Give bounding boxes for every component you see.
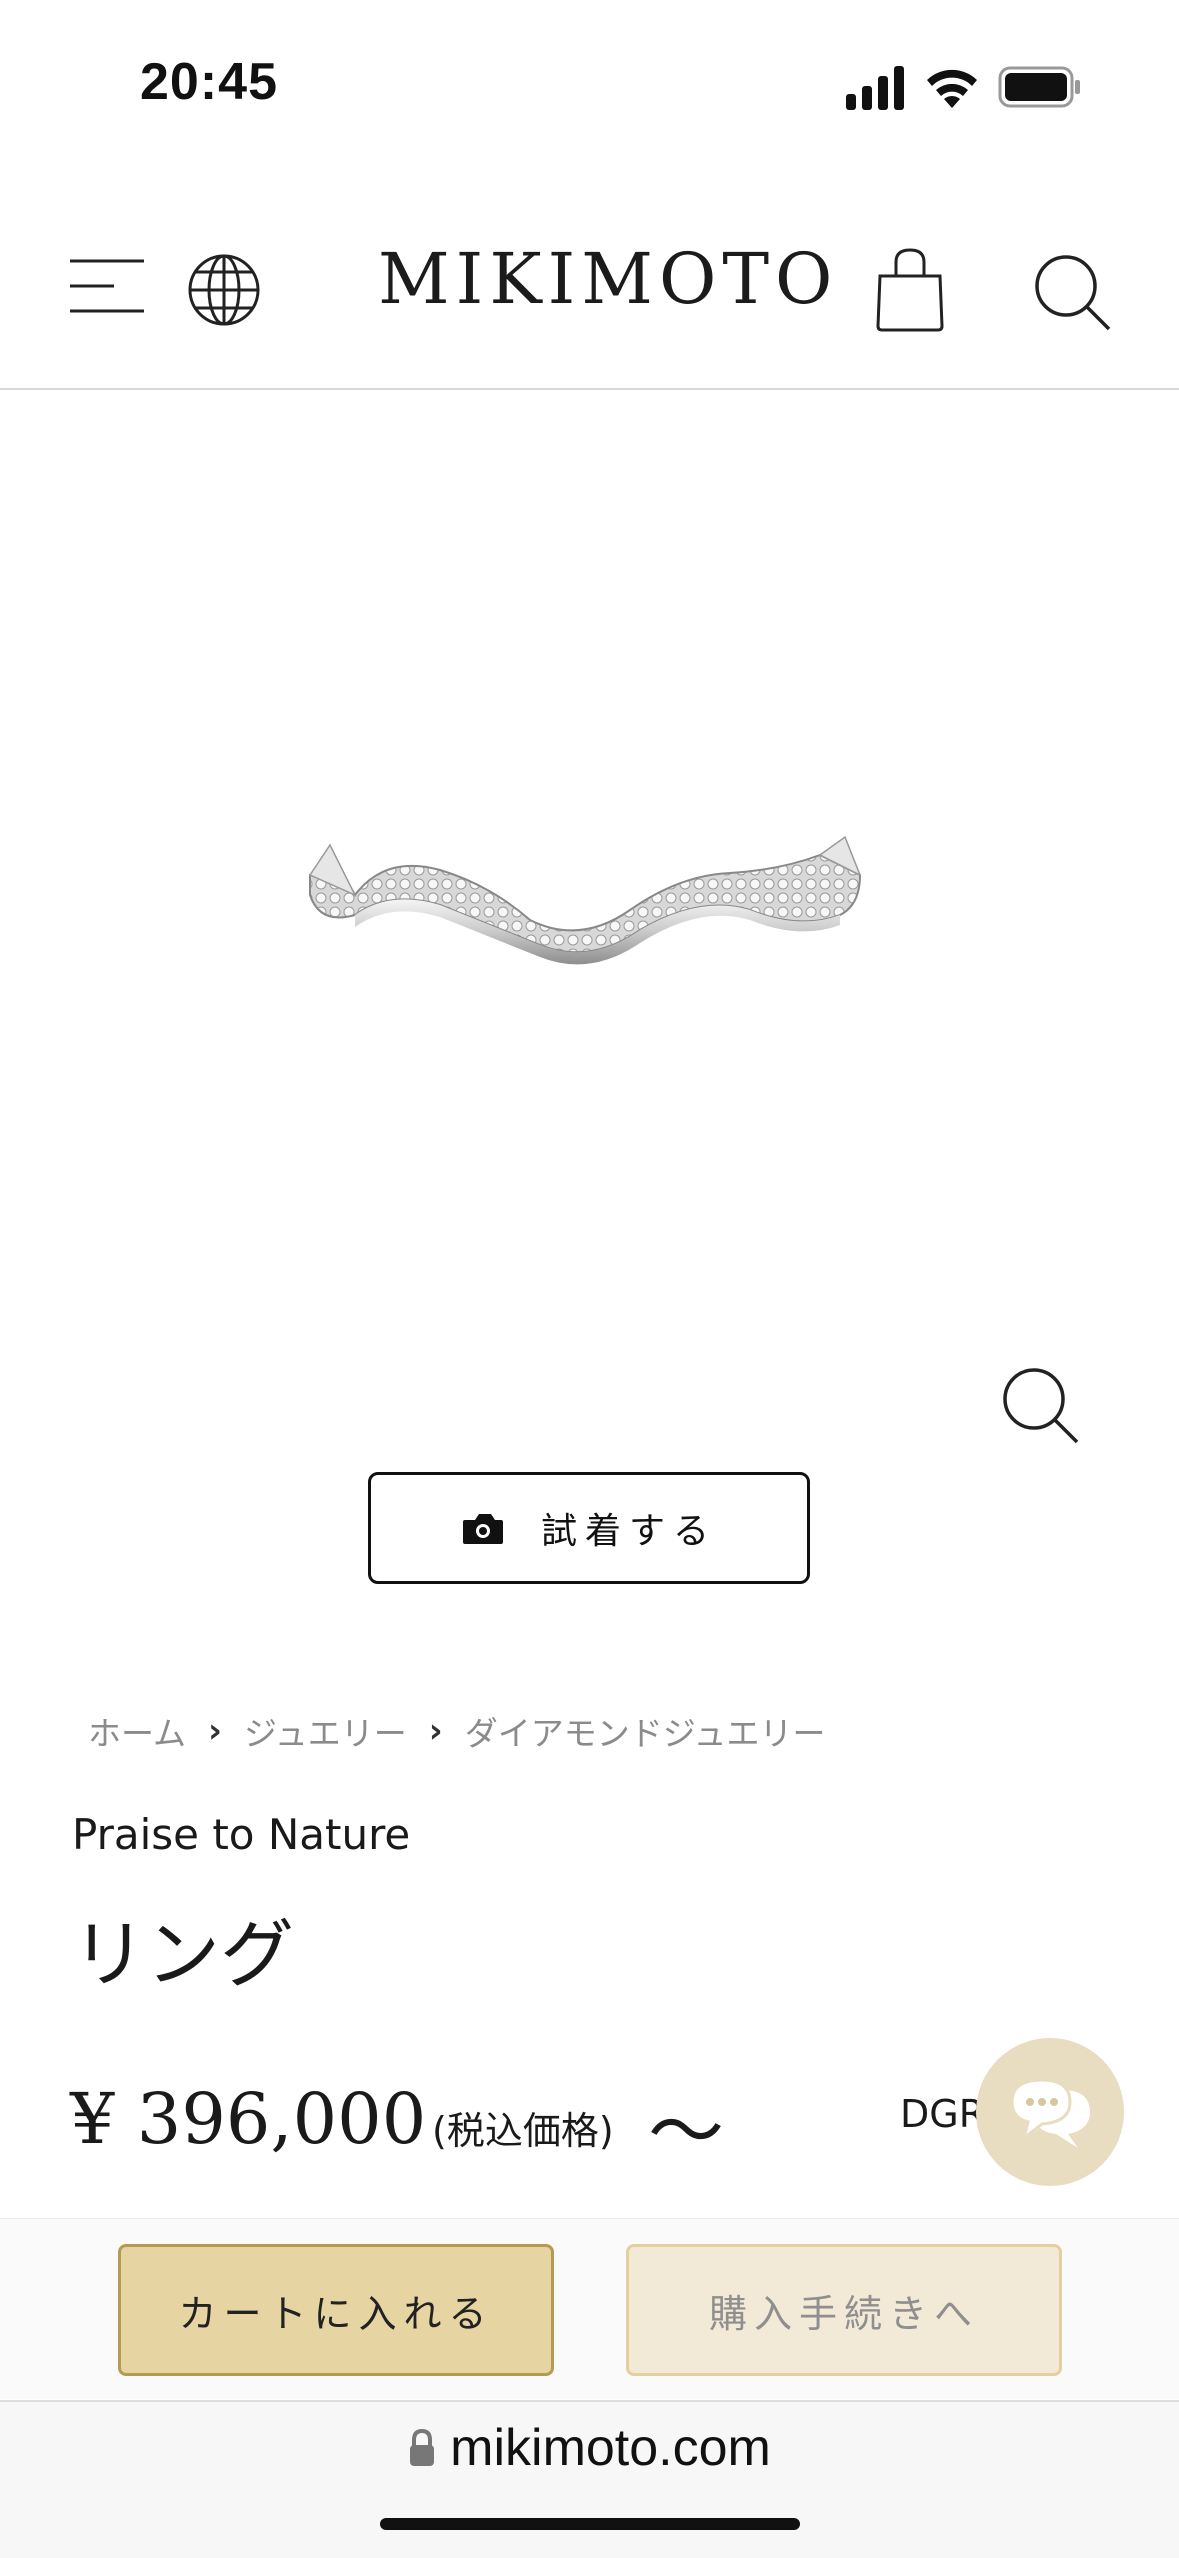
status-time: 20:45 <box>140 53 278 111</box>
product-image-ring[interactable] <box>300 835 880 995</box>
camera-icon <box>462 1514 503 1544</box>
product-code: DGR <box>900 2092 986 2136</box>
checkout-button[interactable]: 購入手続きへ <box>626 2244 1062 2376</box>
chevron-right-icon: › <box>208 1711 223 1751</box>
lock-icon <box>410 2428 435 2466</box>
url-text: mikimoto.com <box>450 2419 771 2477</box>
chat-bubble-icon <box>1010 2078 1090 2148</box>
try-on-button[interactable]: 試着する <box>368 1472 810 1584</box>
add-to-cart-button[interactable]: カートに入れる <box>118 2244 554 2376</box>
status-icons <box>840 60 1085 114</box>
try-on-label: 試着する <box>540 1511 717 1552</box>
cellular-signal-icon <box>846 66 904 110</box>
chat-button[interactable] <box>976 2038 1124 2186</box>
tax-included-label: (税込価格) <box>432 2109 614 2153</box>
breadcrumb: ホーム › ジュエリー › ダイアモンドジュエリー <box>88 1706 825 1756</box>
product-collection: Praise to Nature <box>72 1810 411 1859</box>
wifi-icon <box>927 69 977 108</box>
zoom-icon[interactable] <box>1000 1365 1080 1445</box>
shopping-bag-icon[interactable] <box>872 246 948 332</box>
breadcrumb-diamond-jewelry[interactable]: ダイアモンドジュエリー <box>465 1707 826 1755</box>
brand-logo[interactable]: MIKIMOTO <box>378 238 832 320</box>
price-range-tilde: 〜 <box>648 2087 724 2176</box>
search-icon[interactable] <box>1032 252 1112 332</box>
breadcrumb-jewelry[interactable]: ジュエリー <box>244 1707 407 1755</box>
product-title: リング <box>72 1912 294 1998</box>
chevron-right-icon: › <box>428 1711 443 1751</box>
product-price: ¥ 396,000 <box>70 2078 427 2160</box>
home-indicator[interactable] <box>380 2518 800 2530</box>
breadcrumb-home[interactable]: ホーム <box>88 1707 186 1755</box>
globe-icon[interactable] <box>186 252 262 328</box>
battery-icon <box>998 66 1080 108</box>
url-display[interactable]: mikimoto.com <box>0 2418 1179 2478</box>
menu-icon[interactable] <box>70 255 146 317</box>
